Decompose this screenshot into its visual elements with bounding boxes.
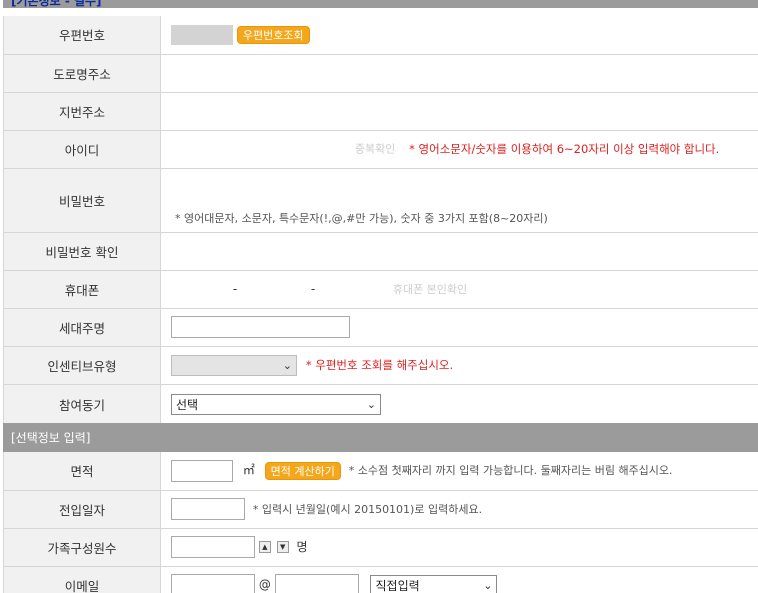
householder-input[interactable]: [171, 316, 350, 338]
email-at-sign: @: [258, 577, 271, 592]
zipcode-label: 우편번호: [3, 16, 161, 55]
password-field[interactable]: [171, 174, 351, 196]
mobile-verify-button[interactable]: 휴대폰 본인확인: [393, 283, 467, 296]
optional-info-table: 면적 ㎡ 면적 계산하기 * 소수점 첫째자리 까지 입력 가능합니다. 둘째자…: [3, 452, 758, 593]
password-hint: * 영어대문자, 소문자, 특수문자(!,@,#만 가능), 숫자 중 3가지 …: [175, 212, 548, 225]
zipcode-search-button[interactable]: 우편번호조회: [236, 25, 310, 44]
area-label: 면적: [3, 452, 161, 491]
lot-address-field[interactable]: [160, 92, 758, 131]
road-address-field[interactable]: [160, 54, 758, 93]
family-count-input[interactable]: [171, 536, 255, 558]
motivation-select[interactable]: 선택 ⌄: [171, 393, 381, 415]
chevron-down-icon: ⌄: [366, 397, 376, 411]
password-label: 비밀번호: [3, 168, 161, 233]
move-in-date-input[interactable]: [171, 498, 245, 520]
area-hint: * 소수점 첫째자리 까지 입력 가능합니다. 둘째자리는 버림 해주십시오.: [348, 464, 673, 478]
user-id-field[interactable]: [171, 140, 351, 158]
incentive-select[interactable]: ⌄: [171, 354, 297, 376]
mobile-separator-1: -: [232, 281, 238, 296]
move-in-date-label: 전입일자: [3, 490, 161, 529]
decrement-arrow-icon[interactable]: ▼: [276, 541, 289, 553]
chevron-down-icon: ⌄: [282, 358, 292, 372]
email-label: 이메일: [3, 566, 161, 593]
area-input[interactable]: [171, 459, 233, 482]
area-calculate-button[interactable]: 면적 계산하기: [264, 461, 341, 480]
mobile-part3-field[interactable]: [319, 281, 389, 297]
motivation-label: 참여동기: [3, 384, 161, 425]
zipcode-field[interactable]: [171, 24, 233, 45]
mobile-part2-field[interactable]: [241, 281, 307, 297]
password-confirm-field[interactable]: [160, 232, 758, 271]
mobile-part1-field[interactable]: [171, 281, 229, 297]
increment-arrow-icon[interactable]: ▲: [258, 541, 271, 553]
householder-label: 세대주명: [3, 308, 161, 347]
id-duplicate-check-button[interactable]: 중복확인: [355, 143, 395, 156]
family-count-label: 가족구성원수: [3, 528, 161, 567]
user-id-hint: * 영어소문자/숫자를 이용하여 6~20자리 이상 입력해야 합니다.: [409, 141, 720, 156]
chevron-down-icon: ⌄: [483, 578, 493, 592]
motivation-selected-value: 선택: [176, 397, 199, 412]
family-count-unit: 명: [296, 539, 308, 554]
basic-info-table: 우편번호 우편번호조회 도로명주소 지번주소 아이디 중복확인 * 영어소문자/…: [3, 16, 758, 425]
password-confirm-label: 비밀번호 확인: [3, 232, 161, 271]
mobile-separator-2: -: [310, 281, 316, 296]
mobile-label: 휴대폰: [3, 270, 161, 309]
email-domain-selected: 직접입력: [375, 578, 420, 593]
incentive-label: 인센티브유형: [3, 346, 161, 385]
road-address-label: 도로명주소: [3, 54, 161, 93]
lot-address-label: 지번주소: [3, 92, 161, 131]
user-id-label: 아이디: [3, 130, 161, 169]
move-in-date-hint: * 입력시 년월일(예시 20150101)로 입력하세요.: [252, 502, 483, 516]
email-local-input[interactable]: [171, 574, 255, 593]
section-basic-header: [기본정보 - 필수]: [3, 0, 758, 8]
incentive-hint: * 우편번호 조회를 해주십시오.: [305, 357, 454, 372]
email-domain-input[interactable]: [274, 574, 359, 593]
email-domain-select[interactable]: 직접입력 ⌄: [370, 574, 498, 593]
section-optional-header: [선택정보 입력]: [3, 423, 758, 452]
area-unit: ㎡: [242, 463, 255, 478]
